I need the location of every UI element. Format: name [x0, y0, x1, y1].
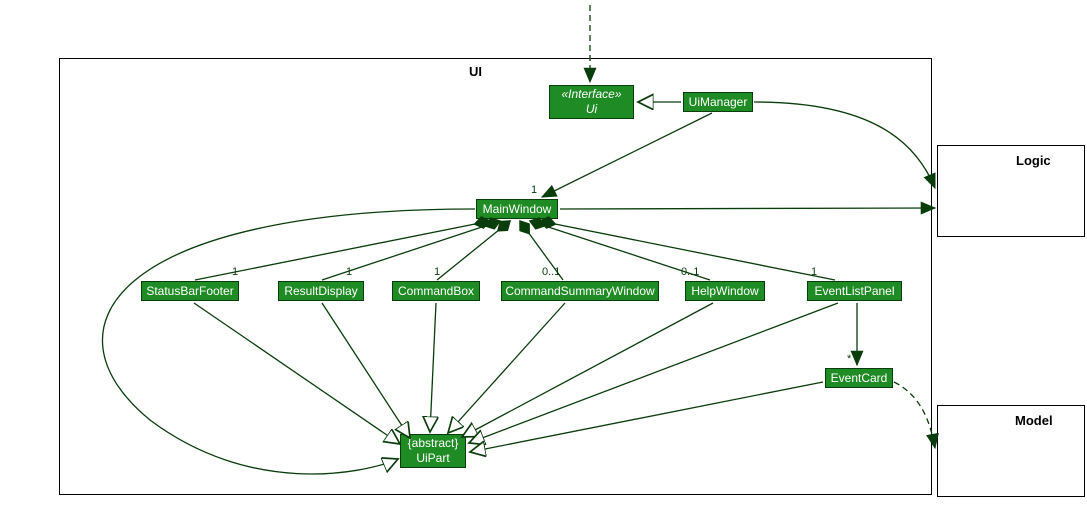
class-event-card: EventCard: [825, 368, 893, 388]
mult-event-card: *: [847, 353, 851, 365]
package-logic: [937, 145, 1085, 237]
package-ui-label: UI: [469, 64, 482, 79]
class-event-list-panel: EventListPanel: [807, 281, 902, 301]
class-ui-interface: «Interface» Ui: [549, 85, 634, 119]
class-command-summary-window: CommandSummaryWindow: [501, 281, 659, 301]
class-status-bar-footer: StatusBarFooter: [141, 281, 239, 301]
mult-event-list-panel: 1: [811, 266, 817, 278]
mult-help-window: 0..1: [681, 266, 699, 278]
result-display-name: ResultDisplay: [284, 284, 357, 299]
class-command-box: CommandBox: [392, 281, 480, 301]
class-main-window: MainWindow: [476, 199, 558, 219]
class-ui-manager: UiManager: [683, 92, 753, 112]
ui-part-name: UiPart: [416, 451, 449, 466]
class-help-window: HelpWindow: [685, 281, 765, 301]
ui-interface-stereotype: «Interface»: [561, 87, 621, 102]
mult-result-display: 1: [346, 266, 352, 278]
class-result-display: ResultDisplay: [278, 281, 364, 301]
command-summary-window-name: CommandSummaryWindow: [505, 284, 654, 299]
command-box-name: CommandBox: [398, 284, 474, 299]
help-window-name: HelpWindow: [691, 284, 758, 299]
class-ui-part: {abstract} UiPart: [400, 434, 466, 468]
ui-manager-name: UiManager: [689, 95, 748, 110]
event-list-panel-name: EventListPanel: [814, 284, 894, 299]
event-card-name: EventCard: [831, 371, 888, 386]
status-bar-footer-name: StatusBarFooter: [146, 284, 233, 299]
ui-interface-name: Ui: [586, 102, 597, 117]
mult-command-summary-window: 0..1: [542, 266, 560, 278]
package-model-label: Model: [1015, 413, 1053, 428]
package-logic-label: Logic: [1016, 153, 1051, 168]
ui-part-stereotype: {abstract}: [408, 436, 459, 451]
package-ui: [59, 58, 932, 495]
mult-main-window: 1: [531, 184, 537, 196]
mult-command-box: 1: [434, 266, 440, 278]
main-window-name: MainWindow: [483, 202, 552, 217]
mult-status-bar-footer: 1: [232, 266, 238, 278]
package-model: [937, 405, 1085, 497]
